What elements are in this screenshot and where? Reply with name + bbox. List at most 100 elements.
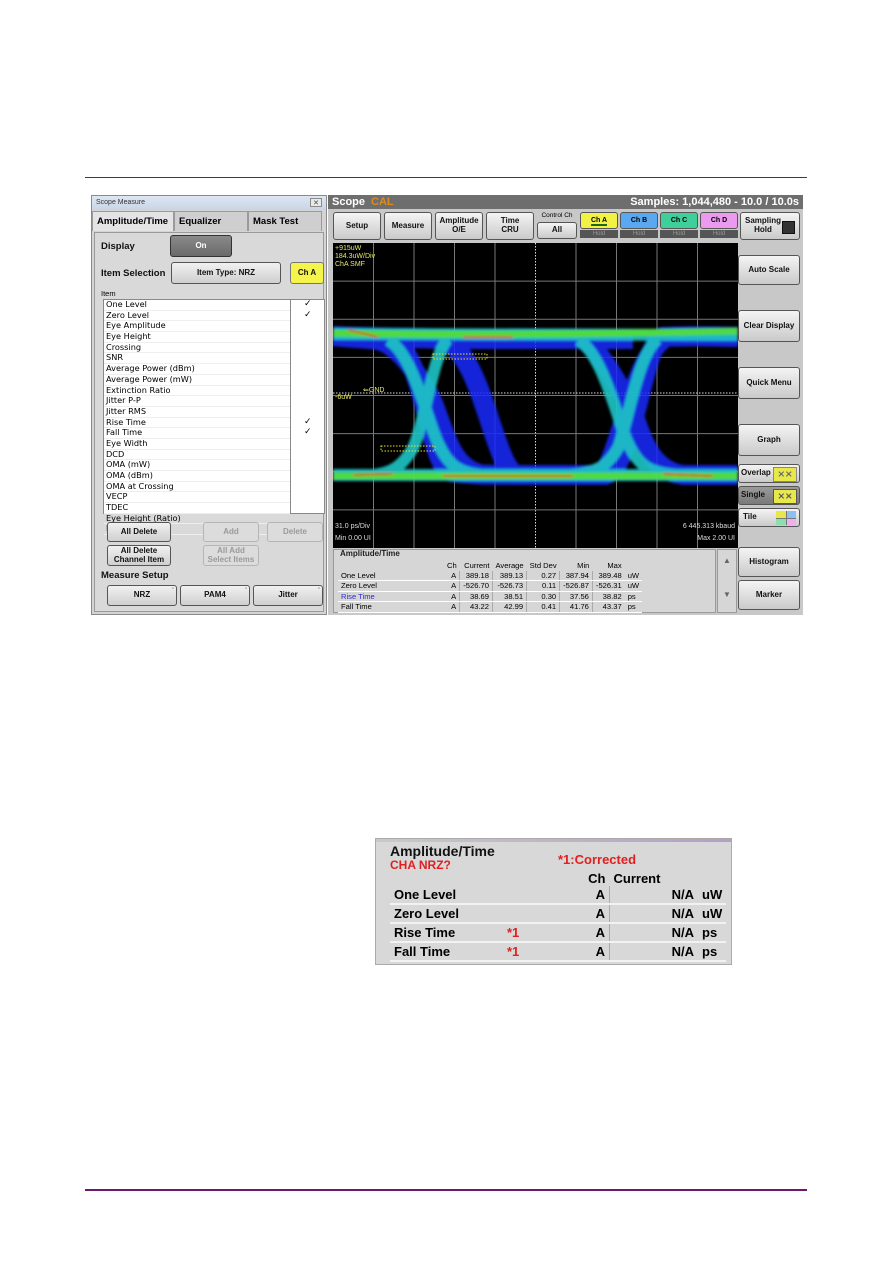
- min-ui-label: Min 0.00 UI: [335, 535, 371, 542]
- measurement-rows: One Level A 389.18 389.13 0.27 387.94 389.48 uW…: [338, 570, 643, 613]
- corner-mark-icon: ▫: [244, 586, 247, 592]
- amplitude-oe-button[interactable]: Amplitude O/E: [435, 212, 483, 240]
- quick-menu-button[interactable]: Quick Menu: [738, 367, 800, 399]
- nrz-setup-button[interactable]: NRZ ▫: [107, 585, 177, 606]
- all-delete-button[interactable]: All Delete: [107, 522, 171, 542]
- item-label: Zero Level: [106, 309, 150, 320]
- auto-scale-button[interactable]: Auto Scale: [738, 255, 800, 285]
- table-row[interactable]: One Level A 389.18 389.13 0.27 387.94 389.48 uW: [338, 570, 643, 581]
- pam4-label: PAM4: [204, 590, 226, 600]
- measure-setup-label: Measure Setup: [101, 570, 169, 581]
- inset-unit: ps: [698, 942, 727, 962]
- marker-button[interactable]: Marker: [738, 580, 800, 610]
- measurement-ch: A: [444, 570, 460, 581]
- scroll-up-icon[interactable]: ▲: [723, 556, 731, 565]
- table-row: Zero Level A N/A uW: [390, 904, 727, 924]
- list-item[interactable]: OMA at Crossing: [104, 481, 290, 493]
- table-row[interactable]: Rise Time A 38.69 38.51 0.30 37.56 38.82 ps: [338, 591, 643, 602]
- item-type-button[interactable]: Item Type: NRZ: [171, 262, 281, 284]
- measurement-max: -526.31: [591, 580, 625, 592]
- eye-diagram-screen[interactable]: +915uW 184.3uW/Div ChA SMF ⇐GND -6uW 31.…: [333, 243, 738, 548]
- dialog-titlebar[interactable]: Scope Measure ✕: [92, 196, 326, 210]
- pam4-setup-button[interactable]: PAM4 ▫: [180, 585, 250, 606]
- bottom-amplitude-label: -6uW: [335, 394, 352, 401]
- corrected-mark: [503, 904, 581, 924]
- clear-display-button[interactable]: Clear Display: [738, 310, 800, 342]
- graph-button[interactable]: Graph: [738, 424, 800, 456]
- measurement-max: 38.82: [591, 591, 625, 602]
- checkmark-icon: ✓: [304, 309, 312, 320]
- measurement-panel: Amplitude/Time Ch Current Average Std De…: [333, 549, 716, 613]
- measurement-name: Zero Level: [338, 580, 444, 592]
- inset-header-current: Current: [613, 871, 661, 886]
- measurement-scrollbar[interactable]: ▲ ▼: [717, 549, 737, 613]
- measurement-std-dev: 0.30: [526, 591, 560, 602]
- tab-mask-test[interactable]: Mask Test: [248, 211, 322, 231]
- delete-button[interactable]: Delete: [267, 522, 323, 542]
- inset-measurement-name: Rise Time: [390, 923, 503, 943]
- header-std-dev: Std Dev: [529, 561, 557, 570]
- item-label: OMA (mW): [106, 459, 151, 470]
- jitter-setup-button[interactable]: Jitter ▫: [253, 585, 323, 606]
- item-label: VECP: [106, 491, 128, 502]
- inset-query: CHA NRZ?: [390, 858, 451, 872]
- corrected-mark: *1: [503, 923, 581, 943]
- top-amplitude-label: +915uW: [335, 245, 362, 252]
- channel-a-hold[interactable]: Hold: [580, 230, 618, 238]
- table-row[interactable]: Fall Time A 43.22 42.99 0.41 41.76 43.37 ps: [338, 601, 643, 613]
- item-label: Rise Time: [106, 416, 146, 427]
- channel-b-hold[interactable]: Hold: [620, 230, 658, 238]
- control-ch-all-button[interactable]: All: [537, 222, 577, 239]
- footer-rule: [85, 1189, 807, 1191]
- item-selection-label: Item Selection: [101, 268, 166, 279]
- measurement-std-dev: 0.11: [526, 580, 560, 592]
- corner-mark-icon: ▫: [171, 586, 174, 592]
- inset-title: Amplitude/Time: [390, 843, 495, 859]
- grid-lines: [333, 243, 738, 548]
- measurement-std-dev: 0.27: [526, 570, 560, 581]
- item-label: Average Power (mW): [106, 373, 193, 384]
- histogram-button[interactable]: Histogram: [738, 547, 800, 577]
- checkmark-icon: ✓: [304, 427, 312, 438]
- remote-query-result: Amplitude/Time CHA NRZ? *1:Corrected Ch …: [375, 838, 732, 965]
- overlap-button[interactable]: Overlap ⨯⨯: [738, 464, 800, 483]
- list-item[interactable]: Eye Width: [104, 438, 290, 450]
- close-icon[interactable]: ✕: [310, 198, 322, 207]
- tile-label: Tile: [743, 512, 757, 522]
- single-eye-icon: ⨯⨯: [773, 489, 797, 504]
- channel-a-toggle[interactable]: Ch A: [580, 212, 618, 229]
- table-row[interactable]: Zero Level A -526.70 -526.73 0.11 -526.87 -526…: [338, 580, 643, 592]
- channel-c-hold[interactable]: Hold: [660, 230, 698, 238]
- item-list[interactable]: One Level ✓ Zero Level ✓ Eye Amplitude Eye He…: [103, 299, 325, 536]
- inset-current: N/A: [609, 942, 698, 962]
- channel-c-toggle[interactable]: Ch C: [660, 212, 698, 229]
- gnd-label: GND: [368, 387, 385, 394]
- scroll-down-icon[interactable]: ▼: [723, 590, 731, 599]
- item-label: Jitter RMS: [106, 405, 147, 416]
- tile-button[interactable]: Tile: [738, 508, 800, 527]
- single-button[interactable]: Single ⨯⨯: [738, 486, 800, 505]
- measurement-average: 389.13: [491, 570, 527, 581]
- tab-equalizer[interactable]: Equalizer: [174, 211, 248, 231]
- list-item[interactable]: Crossing: [104, 342, 290, 354]
- inset-measurement-name: One Level: [390, 886, 503, 905]
- channel-b-toggle[interactable]: Ch B: [620, 212, 658, 229]
- setup-button[interactable]: Setup: [333, 212, 381, 240]
- list-item[interactable]: VECP: [104, 491, 290, 504]
- add-button[interactable]: Add: [203, 522, 259, 542]
- all-add-select-items-button[interactable]: All Add Select Items: [203, 545, 259, 566]
- table-row: Fall Time *1 A N/A ps: [390, 942, 727, 962]
- measure-button[interactable]: Measure: [384, 212, 432, 240]
- all-delete-channel-item-button[interactable]: All Delete Channel Item: [107, 545, 171, 566]
- channel-d-toggle[interactable]: Ch D: [700, 212, 738, 229]
- time-line2: CRU: [501, 225, 519, 234]
- display-on-button[interactable]: On: [170, 235, 232, 257]
- channel-info-label: ChA SMF: [335, 261, 365, 268]
- measurement-max: 389.48: [591, 570, 625, 581]
- sampling-hold-button[interactable]: Sampling Hold: [740, 212, 800, 240]
- tab-amplitude-time[interactable]: Amplitude/Time: [92, 211, 174, 231]
- measurement-ch: A: [444, 601, 460, 613]
- channel-a-button[interactable]: Ch A: [290, 262, 324, 284]
- channel-d-hold[interactable]: Hold: [700, 230, 738, 238]
- time-cru-button[interactable]: Time CRU: [486, 212, 534, 240]
